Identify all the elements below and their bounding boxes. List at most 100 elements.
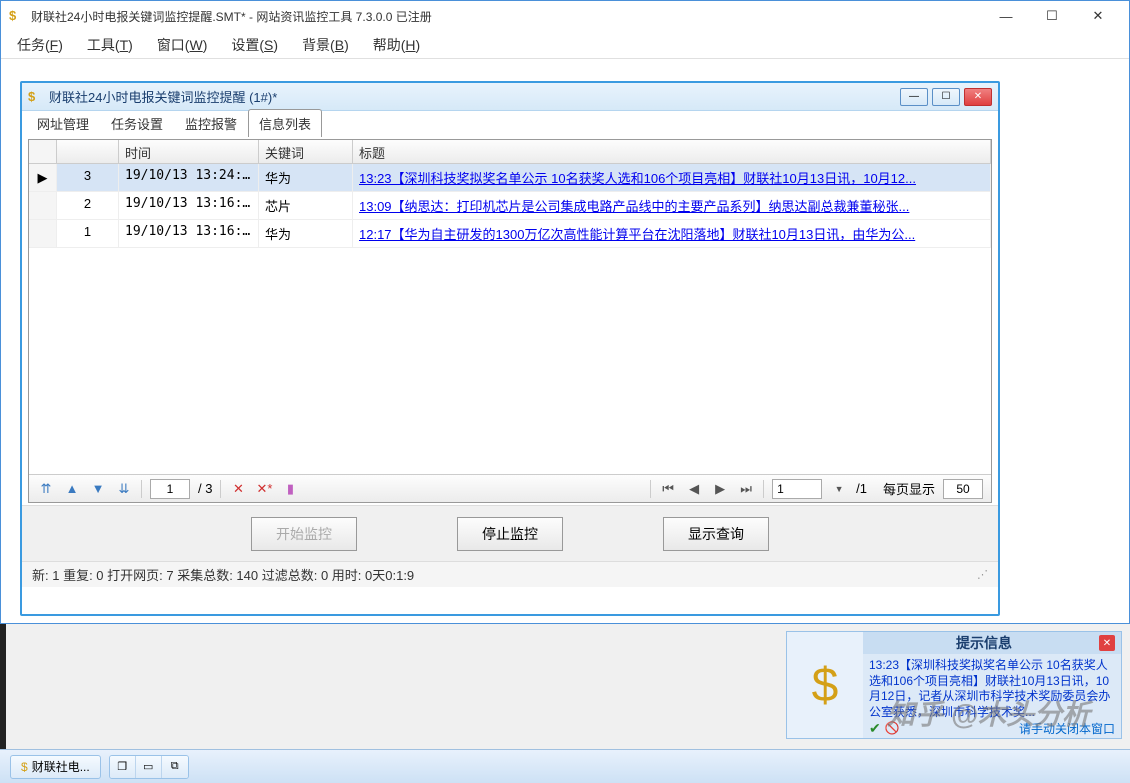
delete-all-icon[interactable]: ✕* (255, 480, 273, 498)
grid-footer: ⇈ ▲ ▼ ⇊ / 3 ✕ ✕* ▮ ⏮ ◀ ▶ ⏭ ▼ /1 (29, 474, 991, 502)
notification-title: 提示信息 (869, 633, 1099, 653)
menu-settings[interactable]: 设置(S) (231, 35, 278, 55)
cell-title: 12:17【华为自主研发的1300万亿次高性能计算平台在沈阳落地】财联社10月1… (353, 220, 991, 247)
stop-monitor-button[interactable]: 停止监控 (457, 517, 563, 551)
table-row[interactable]: ▶ 3 19/10/13 13:24:09 华为 13:23【深圳科技奖拟奖名单… (29, 164, 991, 192)
cell-keyword: 华为 (259, 164, 353, 191)
cell-keyword: 华为 (259, 220, 353, 247)
grid-body[interactable]: ▶ 3 19/10/13 13:24:09 华为 13:23【深圳科技奖拟奖名单… (29, 164, 991, 474)
menu-tools[interactable]: 工具(T) (87, 35, 133, 55)
check-icon[interactable]: ✔ (869, 720, 881, 737)
app-icon: $ (9, 8, 25, 24)
status-bar: 新: 1 重复: 0 打开网页: 7 采集总数: 140 过滤总数: 0 用时:… (22, 561, 998, 587)
tab-info-list[interactable]: 信息列表 (248, 109, 322, 137)
status-text: 新: 1 重复: 0 打开网页: 7 采集总数: 140 过滤总数: 0 用时:… (32, 565, 414, 584)
notification-dollar-icon: $ (787, 632, 863, 738)
child-titlebar: $ 财联社24小时电报关键词监控提醒 (1#)* — ☐ ✕ (22, 83, 998, 111)
data-grid: 时间 关键词 标题 ▶ 3 19/10/13 13:24:09 华为 13:23… (28, 139, 992, 503)
menu-help[interactable]: 帮助(H) (373, 35, 420, 55)
cell-num: 3 (57, 164, 119, 191)
cell-num: 1 (57, 220, 119, 247)
resize-grip-icon[interactable]: ⋰ (977, 568, 988, 581)
child-close-button[interactable]: ✕ (964, 88, 992, 106)
child-title: 财联社24小时电报关键词监控提醒 (1#)* (49, 87, 900, 106)
taskbar-window-buttons: ❐ ▭ ⧉ (109, 755, 189, 779)
page-total-label: / 3 (198, 481, 212, 496)
title-link[interactable]: 12:17【华为自主研发的1300万亿次高性能计算平台在沈阳落地】财联社10月1… (359, 227, 915, 242)
tabstrip: 网址管理 任务设置 监控报警 信息列表 (22, 111, 998, 137)
taskbar-restore-button[interactable]: ⧉ (162, 756, 188, 778)
maximize-button[interactable]: ☐ (1029, 1, 1075, 31)
col-header-time[interactable]: 时间 (119, 140, 259, 163)
title-link[interactable]: 13:09【纳思达：打印机芯片是公司集成电路产品线中的主要产品系列】纳思达副总裁… (359, 199, 909, 214)
window-controls: — ☐ ✕ (983, 1, 1121, 31)
nav-prev-icon[interactable]: ◀ (685, 480, 703, 498)
child-window: $ 财联社24小时电报关键词监控提醒 (1#)* — ☐ ✕ 网址管理 任务设置… (20, 81, 1000, 616)
child-minimize-button[interactable]: — (900, 88, 928, 106)
notification-close-button[interactable]: ✕ (1099, 635, 1115, 651)
tab-alarm[interactable]: 监控报警 (174, 109, 248, 137)
dropdown-icon[interactable]: ▼ (830, 480, 848, 498)
taskbar-tile-button[interactable]: ▭ (136, 756, 162, 778)
nav-first-icon[interactable]: ⏮ (659, 480, 677, 498)
tab-task-settings[interactable]: 任务设置 (100, 109, 174, 137)
separator (650, 480, 651, 498)
row-marker-icon: ▶ (29, 164, 57, 191)
menu-window[interactable]: 窗口(W) (157, 35, 208, 55)
background-strip (0, 624, 6, 749)
action-bar: 开始监控 停止监控 显示查询 (22, 505, 998, 561)
show-query-button[interactable]: 显示查询 (663, 517, 769, 551)
tab-url-management[interactable]: 网址管理 (26, 109, 100, 137)
taskbar-item-icon: $ (21, 760, 28, 774)
cell-keyword: 芯片 (259, 192, 353, 219)
cell-time: 19/10/13 13:24:09 (119, 164, 259, 191)
cell-title: 13:09【纳思达：打印机芯片是公司集成电路产品线中的主要产品系列】纳思达副总裁… (353, 192, 991, 219)
nav-last-icon[interactable]: ⏭ (737, 480, 755, 498)
title-link[interactable]: 13:23【深圳科技奖拟奖名单公示 10名获奖人选和106个项目亮相】财联社10… (359, 171, 916, 186)
page-input[interactable] (150, 479, 190, 499)
table-row[interactable]: 1 19/10/13 13:16:40 华为 12:17【华为自主研发的1300… (29, 220, 991, 248)
nav-total-label: /1 (856, 481, 867, 496)
notification-header: 提示信息 ✕ (863, 632, 1121, 654)
grid-header: 时间 关键词 标题 (29, 140, 991, 164)
notification-hint: 请手动关闭本窗口 (1019, 720, 1115, 737)
window-title: 财联社24小时电报关键词监控提醒.SMT* - 网站资讯监控工具 7.3.0.0… (31, 8, 983, 25)
delete-icon[interactable]: ✕ (229, 480, 247, 498)
filter-icon[interactable]: ▮ (281, 480, 299, 498)
per-page-input[interactable] (943, 479, 983, 499)
taskbar-cascade-button[interactable]: ❐ (110, 756, 136, 778)
deny-icon[interactable]: 🚫 (885, 721, 900, 735)
start-monitor-button[interactable]: 开始监控 (251, 517, 357, 551)
taskbar: $ 财联社电... ❐ ▭ ⧉ (0, 749, 1130, 783)
col-header-keyword[interactable]: 关键词 (259, 140, 353, 163)
separator (220, 480, 221, 498)
move-down-icon[interactable]: ▼ (89, 480, 107, 498)
table-row[interactable]: 2 19/10/13 13:16:40 芯片 13:09【纳思达：打印机芯片是公… (29, 192, 991, 220)
nav-next-icon[interactable]: ▶ (711, 480, 729, 498)
move-up-icon[interactable]: ▲ (63, 480, 81, 498)
row-marker-icon (29, 192, 57, 219)
menu-background[interactable]: 背景(B) (302, 35, 349, 55)
separator (141, 480, 142, 498)
child-app-icon: $ (28, 89, 44, 105)
nav-page-input[interactable] (772, 479, 822, 499)
child-window-controls: — ☐ ✕ (900, 88, 992, 106)
cell-num: 2 (57, 192, 119, 219)
minimize-button[interactable]: — (983, 1, 1029, 31)
cell-title: 13:23【深圳科技奖拟奖名单公示 10名获奖人选和106个项目亮相】财联社10… (353, 164, 991, 191)
notification-popup: $ 提示信息 ✕ 13:23【深圳科技奖拟奖名单公示 10名获奖人选和106个项… (786, 631, 1122, 739)
taskbar-item[interactable]: $ 财联社电... (10, 755, 101, 779)
titlebar: $ 财联社24小时电报关键词监控提醒.SMT* - 网站资讯监控工具 7.3.0… (1, 1, 1129, 31)
col-header-num[interactable] (57, 140, 119, 163)
expand-all-icon[interactable]: ⇊ (115, 480, 133, 498)
collapse-all-icon[interactable]: ⇈ (37, 480, 55, 498)
cell-time: 19/10/13 13:16:40 (119, 192, 259, 219)
menu-task[interactable]: 任务(F) (17, 35, 63, 55)
per-page-label: 每页显示 (883, 479, 935, 498)
close-button[interactable]: ✕ (1075, 1, 1121, 31)
child-maximize-button[interactable]: ☐ (932, 88, 960, 106)
cell-time: 19/10/13 13:16:40 (119, 220, 259, 247)
col-header-marker (29, 140, 57, 163)
col-header-title[interactable]: 标题 (353, 140, 991, 163)
notification-footer: ✔ 🚫 请手动关闭本窗口 (863, 718, 1121, 738)
